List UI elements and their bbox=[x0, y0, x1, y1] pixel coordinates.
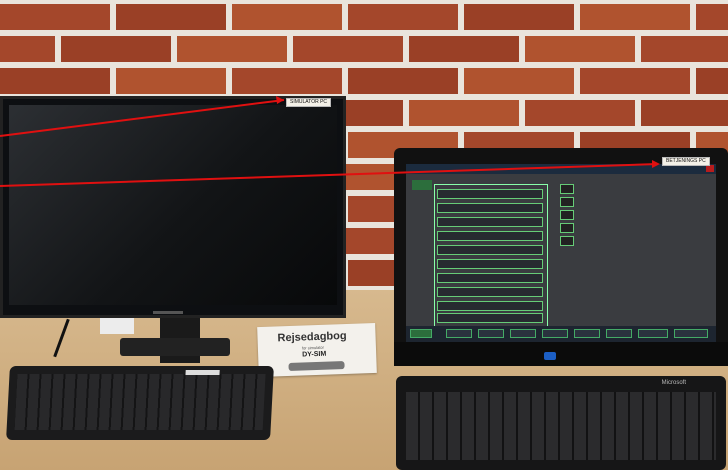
control-row bbox=[437, 245, 543, 255]
small-device bbox=[100, 318, 134, 334]
brick bbox=[116, 68, 226, 94]
app-side-button bbox=[412, 180, 432, 190]
control-side-buttons bbox=[560, 184, 574, 254]
brick bbox=[293, 36, 403, 62]
keyboard-keys bbox=[406, 392, 716, 460]
keyboard-keys bbox=[14, 374, 266, 430]
brick bbox=[525, 100, 635, 126]
brick bbox=[409, 36, 519, 62]
keyboard-brand: Microsoft bbox=[661, 380, 686, 386]
brick bbox=[580, 4, 690, 30]
simulator-screen bbox=[9, 105, 337, 305]
brick bbox=[580, 68, 690, 94]
brick bbox=[61, 36, 171, 62]
monitor-brand-mark bbox=[153, 311, 183, 314]
control-row bbox=[437, 203, 543, 213]
control-row bbox=[437, 259, 543, 269]
brick bbox=[641, 36, 728, 62]
simulator-monitor bbox=[0, 96, 346, 318]
betjenings-pc-label: BETJENINGS PC bbox=[662, 157, 710, 166]
brick bbox=[348, 4, 458, 30]
brick bbox=[0, 36, 55, 62]
simulator-pc-label: SIMULATOR PC bbox=[286, 98, 332, 107]
brick bbox=[464, 68, 574, 94]
logbook-brand: DY-SIM bbox=[302, 350, 327, 359]
logbook-subtitle: for simulator bbox=[301, 344, 325, 351]
brick bbox=[641, 100, 728, 126]
control-row bbox=[437, 217, 543, 227]
brick bbox=[464, 4, 574, 30]
control-bottom-bar bbox=[406, 326, 716, 342]
car-illustration bbox=[288, 361, 345, 371]
brick bbox=[348, 68, 458, 94]
brick bbox=[0, 68, 110, 94]
control-row bbox=[437, 313, 543, 323]
right-keyboard: Microsoft bbox=[396, 376, 726, 470]
keyboard-media-keys bbox=[185, 370, 220, 375]
control-row bbox=[437, 287, 543, 297]
brick bbox=[525, 36, 635, 62]
brick bbox=[0, 4, 110, 30]
logbook: Rejsedagbog for simulator DY-SIM bbox=[257, 322, 377, 378]
close-icon bbox=[706, 165, 714, 172]
control-row bbox=[437, 231, 543, 241]
brick bbox=[696, 4, 728, 30]
control-row bbox=[437, 273, 543, 283]
left-monitor-base bbox=[120, 338, 230, 356]
brick bbox=[232, 68, 342, 94]
brick bbox=[116, 4, 226, 30]
brick bbox=[232, 4, 342, 30]
left-keyboard bbox=[6, 366, 274, 440]
control-screen bbox=[406, 164, 716, 342]
control-row bbox=[437, 189, 543, 199]
control-panel bbox=[434, 184, 548, 328]
control-monitor bbox=[394, 148, 728, 366]
logbook-title: Rejsedagbog bbox=[277, 329, 347, 345]
photo-scene: SIMULATOR PC BETJENINGS PC Rejsedagbog f… bbox=[0, 0, 728, 470]
control-row bbox=[437, 301, 543, 311]
webcam-light bbox=[544, 352, 556, 360]
brick bbox=[409, 100, 519, 126]
brick bbox=[177, 36, 287, 62]
monitor-chin bbox=[394, 342, 728, 366]
brick bbox=[696, 68, 728, 94]
